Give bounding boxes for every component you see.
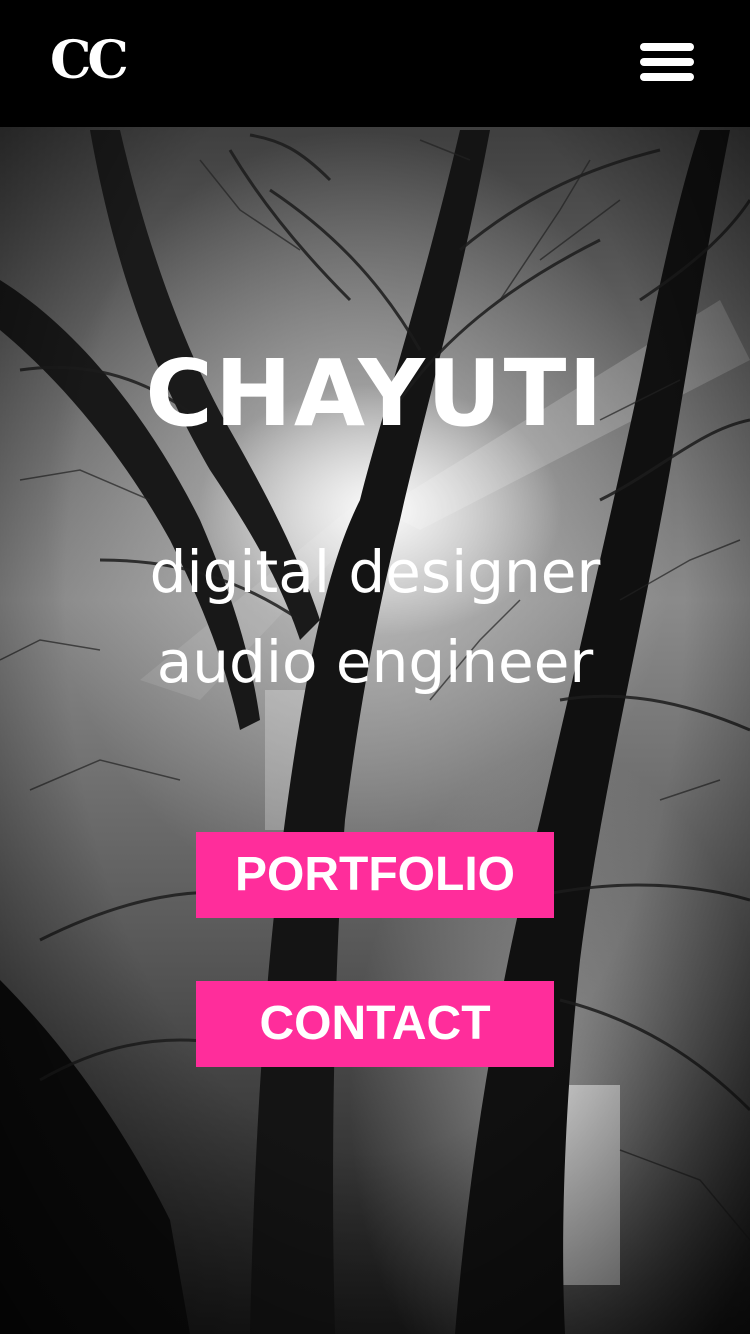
tagline-audio-engineer: audio engineer [156,628,594,696]
contact-button[interactable]: CONTACT [196,981,554,1067]
landing-page: CC CHAYUTI digital designer audio engine… [0,0,750,1334]
portfolio-button[interactable]: PORTFOLIO [196,832,554,918]
hamburger-menu-icon[interactable] [640,40,698,86]
menu-line [640,73,694,81]
menu-line [640,58,694,66]
menu-line [640,43,694,51]
site-logo[interactable]: CC [50,30,129,91]
hero-name-heading: CHAYUTI [145,340,605,447]
tagline-digital-designer: digital designer [149,538,601,606]
top-navigation-bar: CC [0,0,750,127]
